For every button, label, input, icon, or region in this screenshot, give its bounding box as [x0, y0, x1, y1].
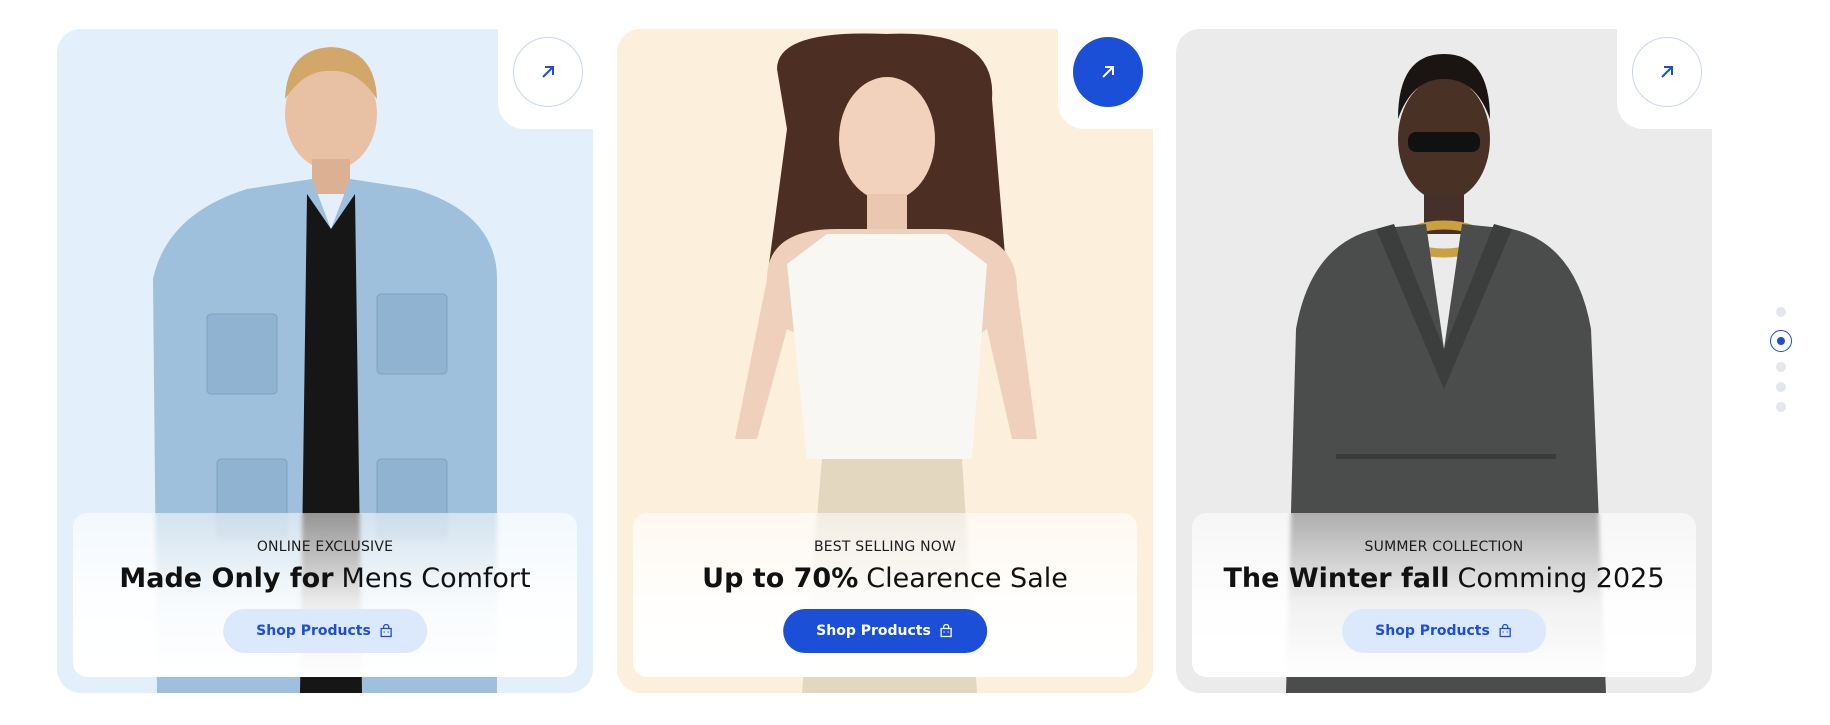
- promo-panel: BEST SELLING NOW Up to 70% Clearence Sale…: [633, 513, 1137, 677]
- open-card-button[interactable]: [1073, 37, 1143, 107]
- pagination-dot[interactable]: [1776, 362, 1786, 372]
- pagination-dot-active[interactable]: [1770, 330, 1792, 352]
- promo-headline: Made Only for Mens Comfort: [73, 563, 577, 594]
- promo-card-mens[interactable]: ONLINE EXCLUSIVE Made Only for Mens Comfo…: [57, 29, 593, 693]
- pagination-dot[interactable]: [1776, 382, 1786, 392]
- promo-eyebrow: ONLINE EXCLUSIVE: [256, 539, 394, 555]
- shop-products-button[interactable]: Shop Products: [783, 609, 987, 653]
- shop-products-label: Shop Products: [1375, 623, 1490, 639]
- shop-products-button[interactable]: Shop Products: [223, 609, 427, 653]
- promo-card-sale[interactable]: BEST SELLING NOW Up to 70% Clearence Sale…: [617, 29, 1153, 693]
- headline-light: Clearence Sale: [866, 563, 1068, 594]
- shop-products-button[interactable]: Shop Products: [1342, 609, 1546, 653]
- shopping-bag-icon: [1499, 624, 1511, 638]
- shopping-bag-icon: [940, 624, 952, 638]
- carousel-pagination: [1770, 307, 1792, 417]
- promo-headline: Up to 70% Clearence Sale: [633, 563, 1137, 594]
- promo-panel: SUMMER COLLECTION The Winter fall Comming…: [1192, 513, 1696, 677]
- shop-products-label: Shop Products: [816, 623, 931, 639]
- pagination-dot[interactable]: [1776, 307, 1786, 317]
- promo-card-collection[interactable]: SUMMER COLLECTION The Winter fall Comming…: [1176, 29, 1712, 693]
- headline-strong: Up to 70%: [702, 563, 859, 594]
- promo-eyebrow: SUMMER COLLECTION: [1364, 539, 1524, 555]
- headline-light: Comming 2025: [1457, 563, 1665, 594]
- promo-eyebrow: BEST SELLING NOW: [813, 539, 957, 555]
- open-card-button[interactable]: [513, 37, 583, 107]
- shop-products-label: Shop Products: [256, 623, 371, 639]
- arrow-up-right-icon: [1102, 66, 1114, 78]
- arrow-up-right-icon: [542, 66, 554, 78]
- arrow-up-right-icon: [1661, 66, 1673, 78]
- headline-strong: The Winter fall: [1223, 563, 1450, 594]
- promo-panel: ONLINE EXCLUSIVE Made Only for Mens Comfo…: [73, 513, 577, 677]
- shopping-bag-icon: [380, 624, 392, 638]
- open-card-button[interactable]: [1632, 37, 1702, 107]
- headline-light: Mens Comfort: [341, 563, 531, 594]
- headline-strong: Made Only for: [119, 563, 334, 594]
- promo-headline: The Winter fall Comming 2025: [1192, 563, 1696, 594]
- pagination-dot[interactable]: [1776, 402, 1786, 412]
